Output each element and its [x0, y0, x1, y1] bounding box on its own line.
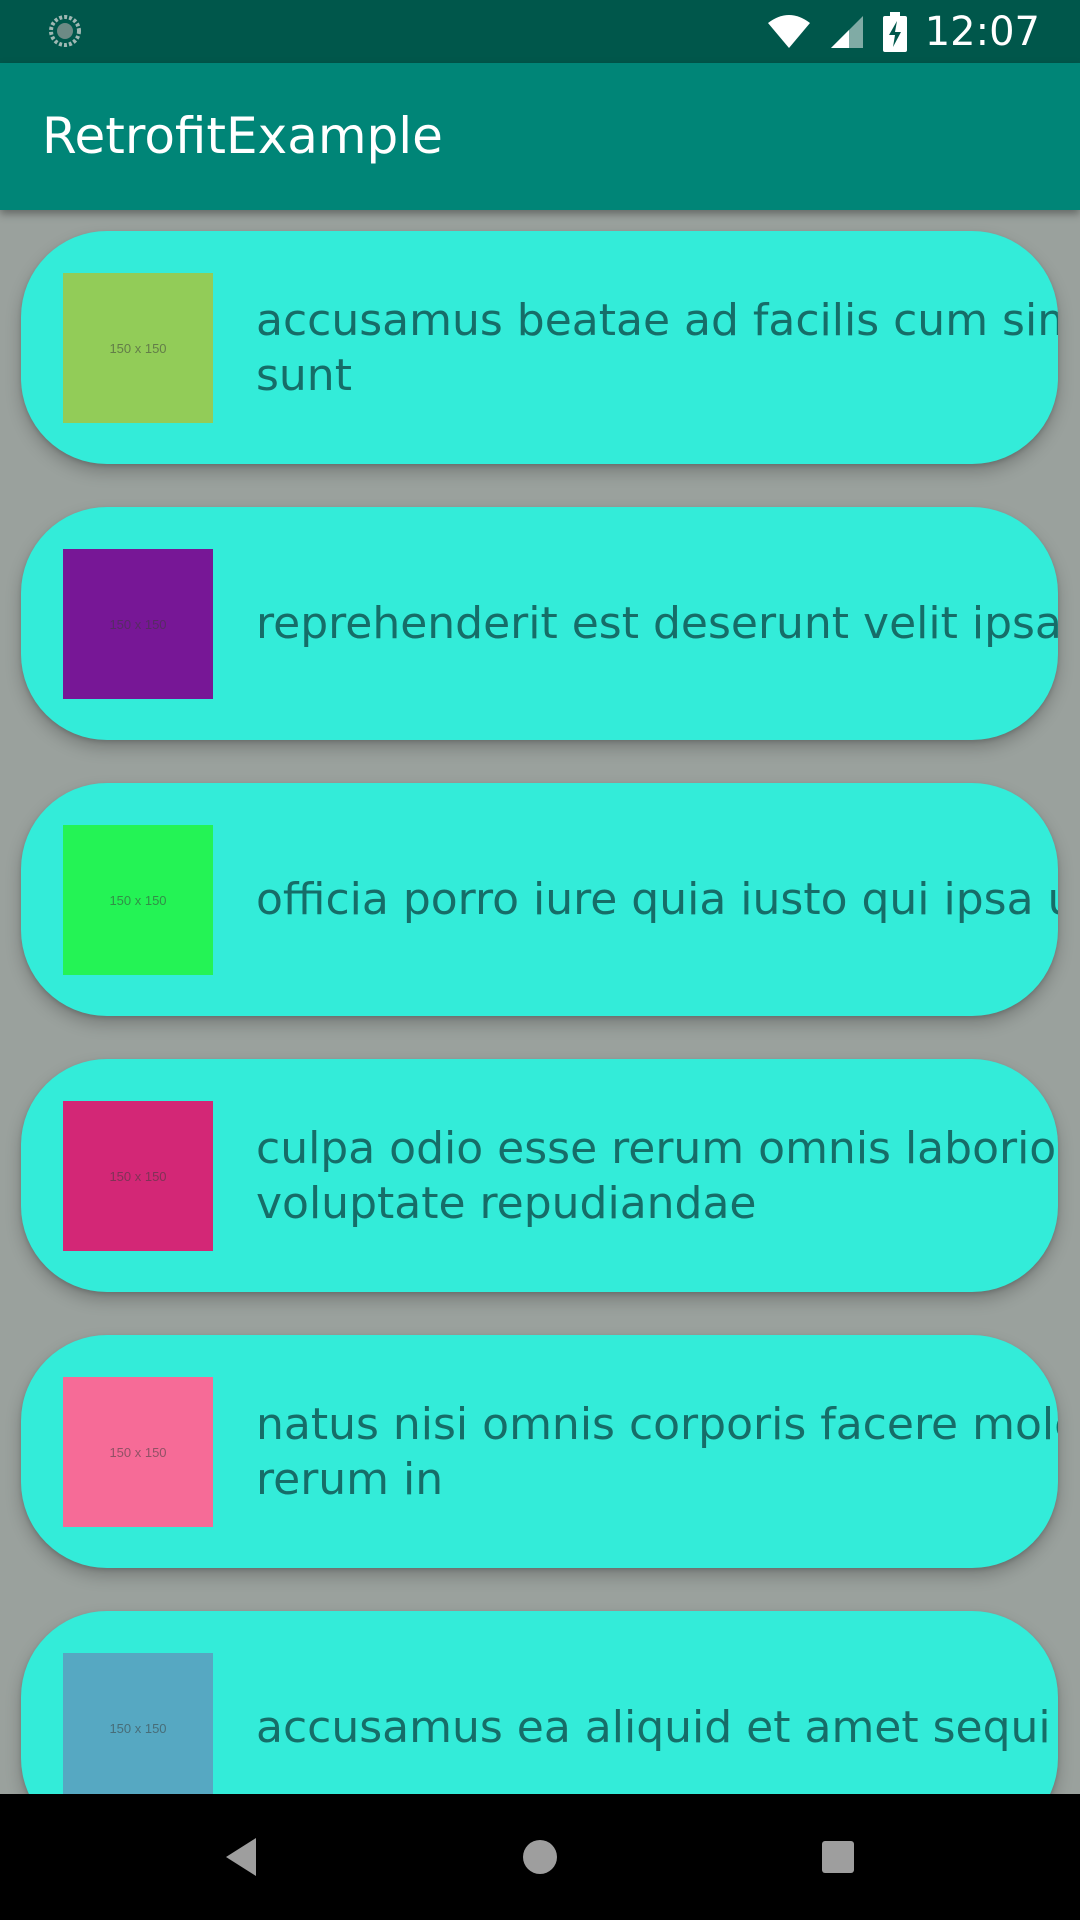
signal-icon: [830, 15, 863, 48]
item-title-line: reprehenderit est deserunt velit ipsam: [256, 598, 1058, 649]
home-icon[interactable]: [507, 1824, 573, 1890]
status-icons: 12:07: [767, 0, 1040, 63]
status-bar: 12:07: [0, 0, 1080, 63]
item-title: culpa odio esse rerum omnis laborios vol…: [256, 1059, 1058, 1292]
list-item[interactable]: 150 x 150 officia porro iure quia iusto …: [21, 783, 1058, 1016]
app-bar: RetrofitExample: [0, 63, 1080, 210]
list-item[interactable]: 150 x 150 natus nisi omnis corporis face…: [21, 1335, 1058, 1568]
item-title-line: voluptate repudiandae: [256, 1177, 757, 1229]
thumbnail-label: 150 x 150: [109, 340, 167, 356]
list-item[interactable]: 150 x 150 reprehenderit est deserunt vel…: [21, 507, 1058, 740]
item-title: accusamus ea aliquid et amet sequi r: [256, 1611, 1058, 1794]
item-title-line: officia porro iure quia iusto qui ipsa u…: [256, 874, 1058, 925]
item-title-line: accusamus beatae ad facilis cum sim: [256, 294, 1058, 346]
list-item[interactable]: 150 x 150 accusamus beatae ad facilis cu…: [21, 231, 1058, 464]
item-title-line: culpa odio esse rerum omnis laborios: [256, 1122, 1058, 1174]
thumbnail-label: 150 x 150: [109, 892, 167, 908]
thumbnail: 150 x 150: [63, 825, 213, 975]
item-title: natus nisi omnis corporis facere mole re…: [256, 1335, 1058, 1568]
wifi-icon: [767, 14, 810, 48]
thumbnail: 150 x 150: [63, 549, 213, 699]
loading-spinner-icon: [49, 15, 81, 47]
item-title: officia porro iure quia iusto qui ipsa u…: [256, 783, 1058, 1016]
thumbnail-label: 150 x 150: [109, 1168, 167, 1184]
app-title: RetrofitExample: [42, 107, 443, 165]
item-title: reprehenderit est deserunt velit ipsam: [256, 507, 1058, 740]
list-item[interactable]: 150 x 150 culpa odio esse rerum omnis la…: [21, 1059, 1058, 1292]
battery-charging-icon: [882, 11, 907, 52]
navigation-bar: [0, 1794, 1080, 1920]
list-item[interactable]: 150 x 150 accusamus ea aliquid et amet s…: [21, 1611, 1058, 1794]
back-icon[interactable]: [208, 1824, 274, 1890]
recents-icon[interactable]: [805, 1824, 871, 1890]
item-title-line: rerum in: [256, 1453, 444, 1505]
thumbnail: 150 x 150: [63, 1101, 213, 1251]
thumbnail-label: 150 x 150: [109, 616, 167, 632]
item-title: accusamus beatae ad facilis cum sim sunt: [256, 231, 1058, 464]
thumbnail: 150 x 150: [63, 273, 213, 423]
item-title-line: sunt: [256, 349, 352, 401]
thumbnail-label: 150 x 150: [109, 1720, 167, 1736]
thumbnail: 150 x 150: [63, 1377, 213, 1527]
thumbnail-label: 150 x 150: [109, 1444, 167, 1460]
status-time: 12:07: [924, 8, 1040, 55]
item-title-line: natus nisi omnis corporis facere mole: [256, 1398, 1058, 1450]
item-title-line: accusamus ea aliquid et amet sequi r: [256, 1702, 1058, 1753]
thumbnail: 150 x 150: [63, 1653, 213, 1794]
screen: 12:07 RetrofitExample 150 x 150 accusamu…: [0, 0, 1080, 1920]
post-list[interactable]: 150 x 150 accusamus beatae ad facilis cu…: [0, 210, 1080, 1794]
